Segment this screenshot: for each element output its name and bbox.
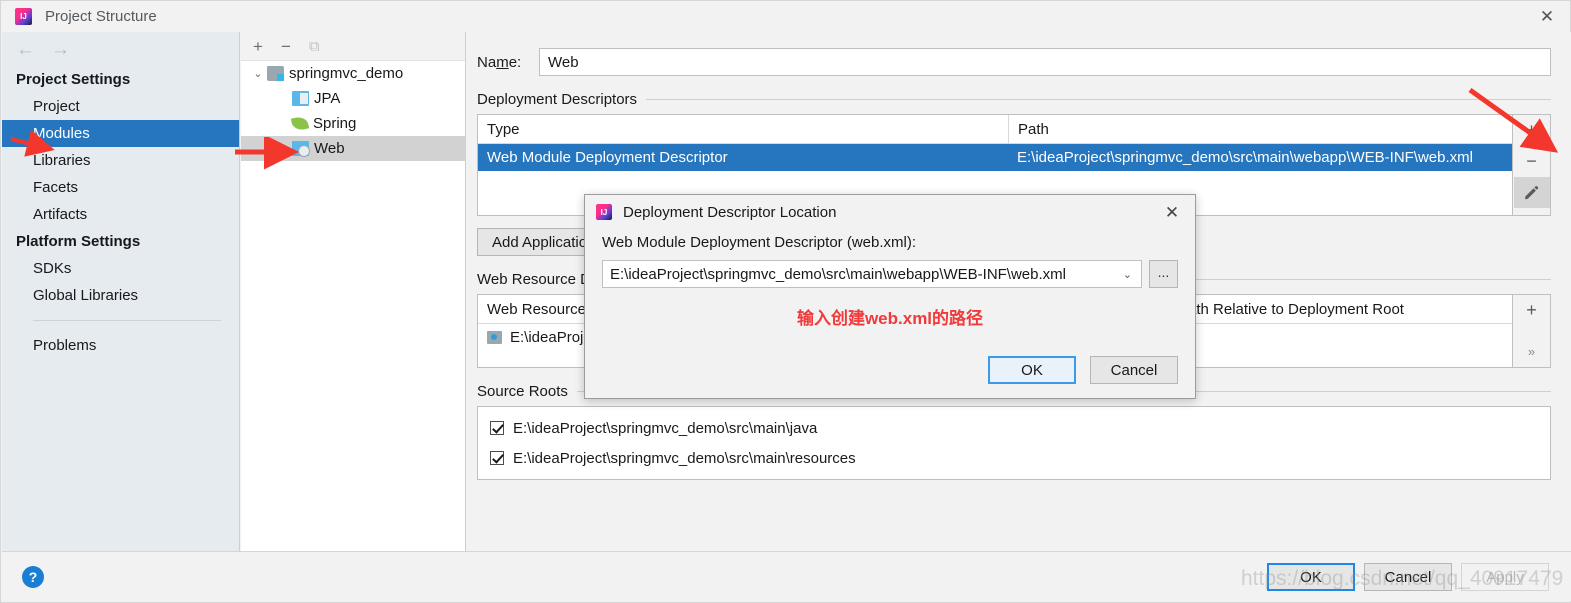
source-root-path: E:\ideaProject\springmvc_demo\src\main\r… <box>513 449 856 467</box>
close-icon[interactable]: ✕ <box>1524 1 1570 32</box>
module-tree-panel: + − ⧉ ⌄ springmvc_demo JPA Spring Web <box>241 32 466 553</box>
sidebar-item-sdks[interactable]: SDKs <box>2 255 239 282</box>
tree-node-label: springmvc_demo <box>289 65 404 82</box>
remove-descriptor-button[interactable]: − <box>1514 146 1550 177</box>
title-bar: Project Structure ✕ <box>1 1 1570 32</box>
descriptor-path-value: E:\ideaProject\springmvc_demo\src\main\w… <box>610 265 1066 283</box>
dialog-body: Web Module Deployment Descriptor (web.xm… <box>585 229 1195 329</box>
dialog-title-bar: Deployment Descriptor Location <box>585 195 1195 229</box>
deployment-descriptors-section-title: Deployment Descriptors <box>467 76 1571 114</box>
window-title: Project Structure <box>45 8 157 25</box>
sidebar-nav: ← → <box>2 32 239 66</box>
spring-facet-icon <box>290 115 310 132</box>
annotation-text: 输入创建web.xml的路径 <box>796 309 984 328</box>
tree-node-jpa[interactable]: JPA <box>241 86 465 111</box>
sidebar-item-problems[interactable]: Problems <box>2 332 239 359</box>
name-label-post: e: <box>508 53 522 71</box>
sidebar-group-platform-settings: Platform Settings <box>16 233 141 250</box>
chevron-down-icon[interactable]: ⌄ <box>1123 268 1132 281</box>
deployment-side-toolbar: + − <box>1513 114 1551 216</box>
name-label: Name: <box>477 54 539 71</box>
sidebar-item-project[interactable]: Project <box>2 93 239 120</box>
tree-node-web[interactable]: Web <box>241 136 465 161</box>
column-header-path[interactable]: Path <box>1008 115 1512 143</box>
back-arrow-icon[interactable]: ← <box>16 40 35 59</box>
descriptor-field-label: Web Module Deployment Descriptor (web.xm… <box>602 234 916 251</box>
project-structure-window: Project Structure ✕ ← → Project Settings… <box>0 0 1571 603</box>
settings-sidebar: ← → Project Settings Project Modules Lib… <box>2 32 240 553</box>
chevron-down-icon[interactable]: ⌄ <box>249 67 267 80</box>
web-resource-side-toolbar: + » <box>1513 294 1551 368</box>
checkbox-icon[interactable] <box>490 451 504 465</box>
sidebar-divider <box>33 320 221 321</box>
cancel-button[interactable]: Cancel <box>1364 563 1452 591</box>
list-item[interactable]: E:\ideaProject\springmvc_demo\src\main\r… <box>478 443 1550 473</box>
table-header: Type Path <box>478 115 1512 144</box>
sidebar-group-project-settings: Project Settings <box>16 71 131 88</box>
module-tree-toolbar: + − ⧉ <box>241 32 465 61</box>
cell-path: E:\ideaProject\springmvc_demo\src\main\w… <box>1017 149 1473 166</box>
list-item[interactable]: E:\ideaProject\springmvc_demo\src\main\j… <box>478 413 1550 443</box>
descriptor-combo-row: E:\ideaProject\springmvc_demo\src\main\w… <box>602 260 1178 288</box>
dialog-footer: ? OK Cancel Apply <box>2 551 1571 601</box>
add-descriptor-button[interactable]: + <box>1514 115 1550 146</box>
source-root-path: E:\ideaProject\springmvc_demo\src\main\j… <box>513 419 818 437</box>
module-folder-icon <box>267 66 284 81</box>
dialog-ok-button[interactable]: OK <box>988 356 1076 384</box>
name-row: Name: <box>467 32 1571 76</box>
browse-button[interactable]: ... <box>1149 260 1178 288</box>
add-module-icon[interactable]: + <box>253 38 263 55</box>
help-button[interactable]: ? <box>22 566 44 588</box>
add-web-resource-button[interactable]: + <box>1514 295 1550 326</box>
pencil-icon <box>1525 186 1539 200</box>
dialog-close-icon[interactable]: ✕ <box>1155 199 1189 227</box>
tree-node-spring[interactable]: Spring <box>241 111 465 136</box>
sidebar-item-facets[interactable]: Facets <box>2 174 239 201</box>
footer-button-group: OK Cancel Apply <box>1267 563 1549 591</box>
dialog-button-group: OK Cancel <box>988 356 1178 384</box>
table-row[interactable]: Web Module Deployment Descriptor E:\idea… <box>478 144 1512 171</box>
tree-node-springmvc-demo[interactable]: ⌄ springmvc_demo <box>241 61 465 86</box>
cell-path-relative: / <box>1168 324 1512 351</box>
tree-node-label: Web <box>314 140 345 157</box>
remove-module-icon[interactable]: − <box>281 38 291 55</box>
forward-arrow-icon[interactable]: → <box>51 40 70 59</box>
web-resource-folder-icon <box>487 331 502 344</box>
ok-button[interactable]: OK <box>1267 563 1355 591</box>
jpa-facet-icon <box>292 91 309 106</box>
section-rule <box>646 99 1551 100</box>
tree-node-label: JPA <box>314 90 341 107</box>
descriptor-path-combobox[interactable]: E:\ideaProject\springmvc_demo\src\main\w… <box>602 260 1142 288</box>
sidebar-item-modules[interactable]: Modules <box>2 120 239 147</box>
sidebar-item-artifacts[interactable]: Artifacts <box>2 201 239 228</box>
cell-type: Web Module Deployment Descriptor <box>487 149 728 166</box>
name-label-accel: m <box>496 53 509 71</box>
intellij-idea-icon <box>596 204 612 220</box>
name-label-pre: Na <box>477 53 497 71</box>
section-label: Source Roots <box>477 383 568 400</box>
module-name-input[interactable] <box>539 48 1551 76</box>
deployment-descriptor-location-dialog: Deployment Descriptor Location ✕ Web Mod… <box>584 194 1196 399</box>
dialog-cancel-button[interactable]: Cancel <box>1090 356 1178 384</box>
column-header-type[interactable]: Type <box>478 115 1008 143</box>
column-header-path-relative[interactable]: Path Relative to Deployment Root <box>1168 295 1512 323</box>
edit-descriptor-button[interactable] <box>1513 177 1550 208</box>
apply-button[interactable]: Apply <box>1461 563 1549 591</box>
sidebar-item-global-libraries[interactable]: Global Libraries <box>2 282 239 309</box>
web-facet-icon <box>292 141 310 157</box>
tree-node-label: Spring <box>313 115 357 132</box>
checkbox-icon[interactable] <box>490 421 504 435</box>
source-roots-list: E:\ideaProject\springmvc_demo\src\main\j… <box>477 406 1551 480</box>
intellij-idea-icon <box>15 8 32 25</box>
copy-module-icon[interactable]: ⧉ <box>309 39 320 54</box>
more-web-resource-button[interactable]: » <box>1514 336 1550 367</box>
dialog-title: Deployment Descriptor Location <box>623 203 837 221</box>
sidebar-item-libraries[interactable]: Libraries <box>2 147 239 174</box>
section-label: Deployment Descriptors <box>477 91 638 108</box>
